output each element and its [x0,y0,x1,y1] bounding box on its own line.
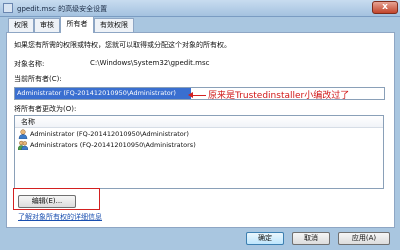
tab-permissions[interactable]: 权限 [8,18,34,32]
current-owner-value[interactable]: Administrator (FQ-201412010950\Administr… [15,88,191,99]
learn-more-link[interactable]: 了解对象所有权的详细信息 [18,212,102,222]
edit-button[interactable]: 编辑(E)... [18,195,76,208]
list-header: 名称 [15,116,383,128]
annotation-arrow [192,95,206,96]
object-name-label: 对象名称: [14,60,45,68]
tab-auditing[interactable]: 审核 [34,18,60,32]
owner-item-label: Administrators (FQ-201412010950\Administ… [30,141,196,149]
window-title: gpedit.msc 的高级安全设置 [17,5,108,13]
change-owner-label: 将所有者更改为(O): [14,105,77,113]
cancel-button[interactable]: 取消 [292,232,330,245]
user-icon [18,129,28,139]
intro-text: 如果您有所需的权限或特权，您就可以取得或分配这个对象的所有权。 [14,41,231,49]
owner-item-label: Administrator (FQ-201412010950\Administr… [30,130,189,138]
tab-owner[interactable]: 所有者 [60,16,94,33]
ok-button[interactable]: 确定 [246,232,284,245]
apply-button[interactable]: 应用(A) [338,232,390,245]
close-button[interactable]: x [372,1,398,14]
object-name-value: C:\Windows\System32\gpedit.msc [90,59,210,67]
current-owner-label: 当前所有者(C): [14,75,62,83]
app-icon [3,3,13,13]
group-icon [18,140,28,150]
annotation-text: 原来是Trustedinstaller小编改过了 [208,91,350,101]
tab-effective-permissions[interactable]: 有效权限 [94,18,134,32]
list-header-name: 名称 [21,118,35,126]
